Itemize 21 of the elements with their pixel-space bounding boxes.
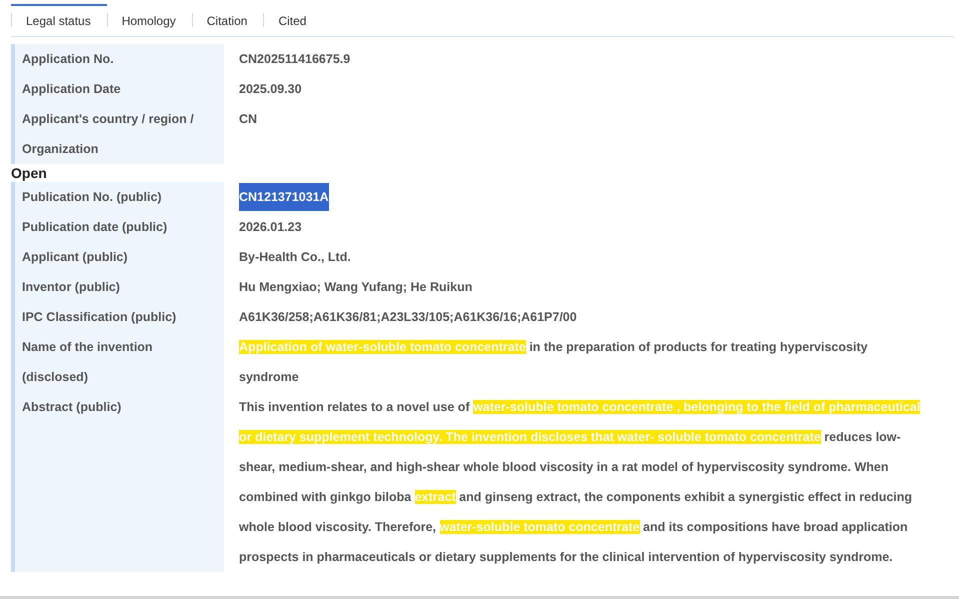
section-heading: Open	[11, 164, 48, 183]
field-label: Applicant (public)	[11, 242, 224, 272]
field-label: Abstract (public)	[11, 392, 224, 572]
field-label: Publication No. (public)	[11, 182, 224, 212]
field-label: Applicant's country / region / Organization	[11, 104, 224, 164]
field-value: CN202511416675.9	[238, 51, 352, 68]
field-value: Application of water-soluble tomato concentrate in the preparation of products for treating hyperviscosity syndrome	[238, 339, 869, 386]
field-value: Hu Mengxiao; Wang Yufang; He Ruikun	[238, 279, 474, 296]
field-value: 2025.09.30	[238, 81, 303, 98]
field-label: Inventor (public)	[11, 272, 224, 302]
field-value: CN121371031A	[224, 182, 954, 212]
field-label: Application Date	[11, 74, 224, 104]
field-value: By-Health Co., Ltd.	[238, 249, 352, 266]
field-value: 2026.01.23	[238, 219, 303, 236]
field-label: Name of the invention (disclosed)	[11, 332, 224, 392]
field-value: This invention relates to a novel use of water-soluble tomato concentrate , belonging to the field of pharmaceutical or dietary supplement technology. The invention discloses that water- soluble tomato concentrate reduces low-shear, medium-shear, and high-shear whole blood viscosity in a rat model of hyperviscosity syndrome. When combined with ginkgo biloba extract and ginseng extract, the components exhibit a synergistic effect in reducing whole blood viscosity. Therefore, water-soluble tomato concentrate and its compositions have broad application prospects in pharmaceuticals or dietary supplements for the clinical intervention of hyperviscosity syndrome.	[238, 399, 922, 566]
field-value: A61K36/258;A61K36/81;A23L33/105;A61K36/16;A61P7/00	[238, 309, 578, 326]
field-label: Application No.	[11, 44, 224, 74]
field-label: Publication date (public)	[11, 212, 224, 242]
field-label: IPC Classification (public)	[11, 302, 224, 332]
field-value: CN	[238, 111, 258, 128]
